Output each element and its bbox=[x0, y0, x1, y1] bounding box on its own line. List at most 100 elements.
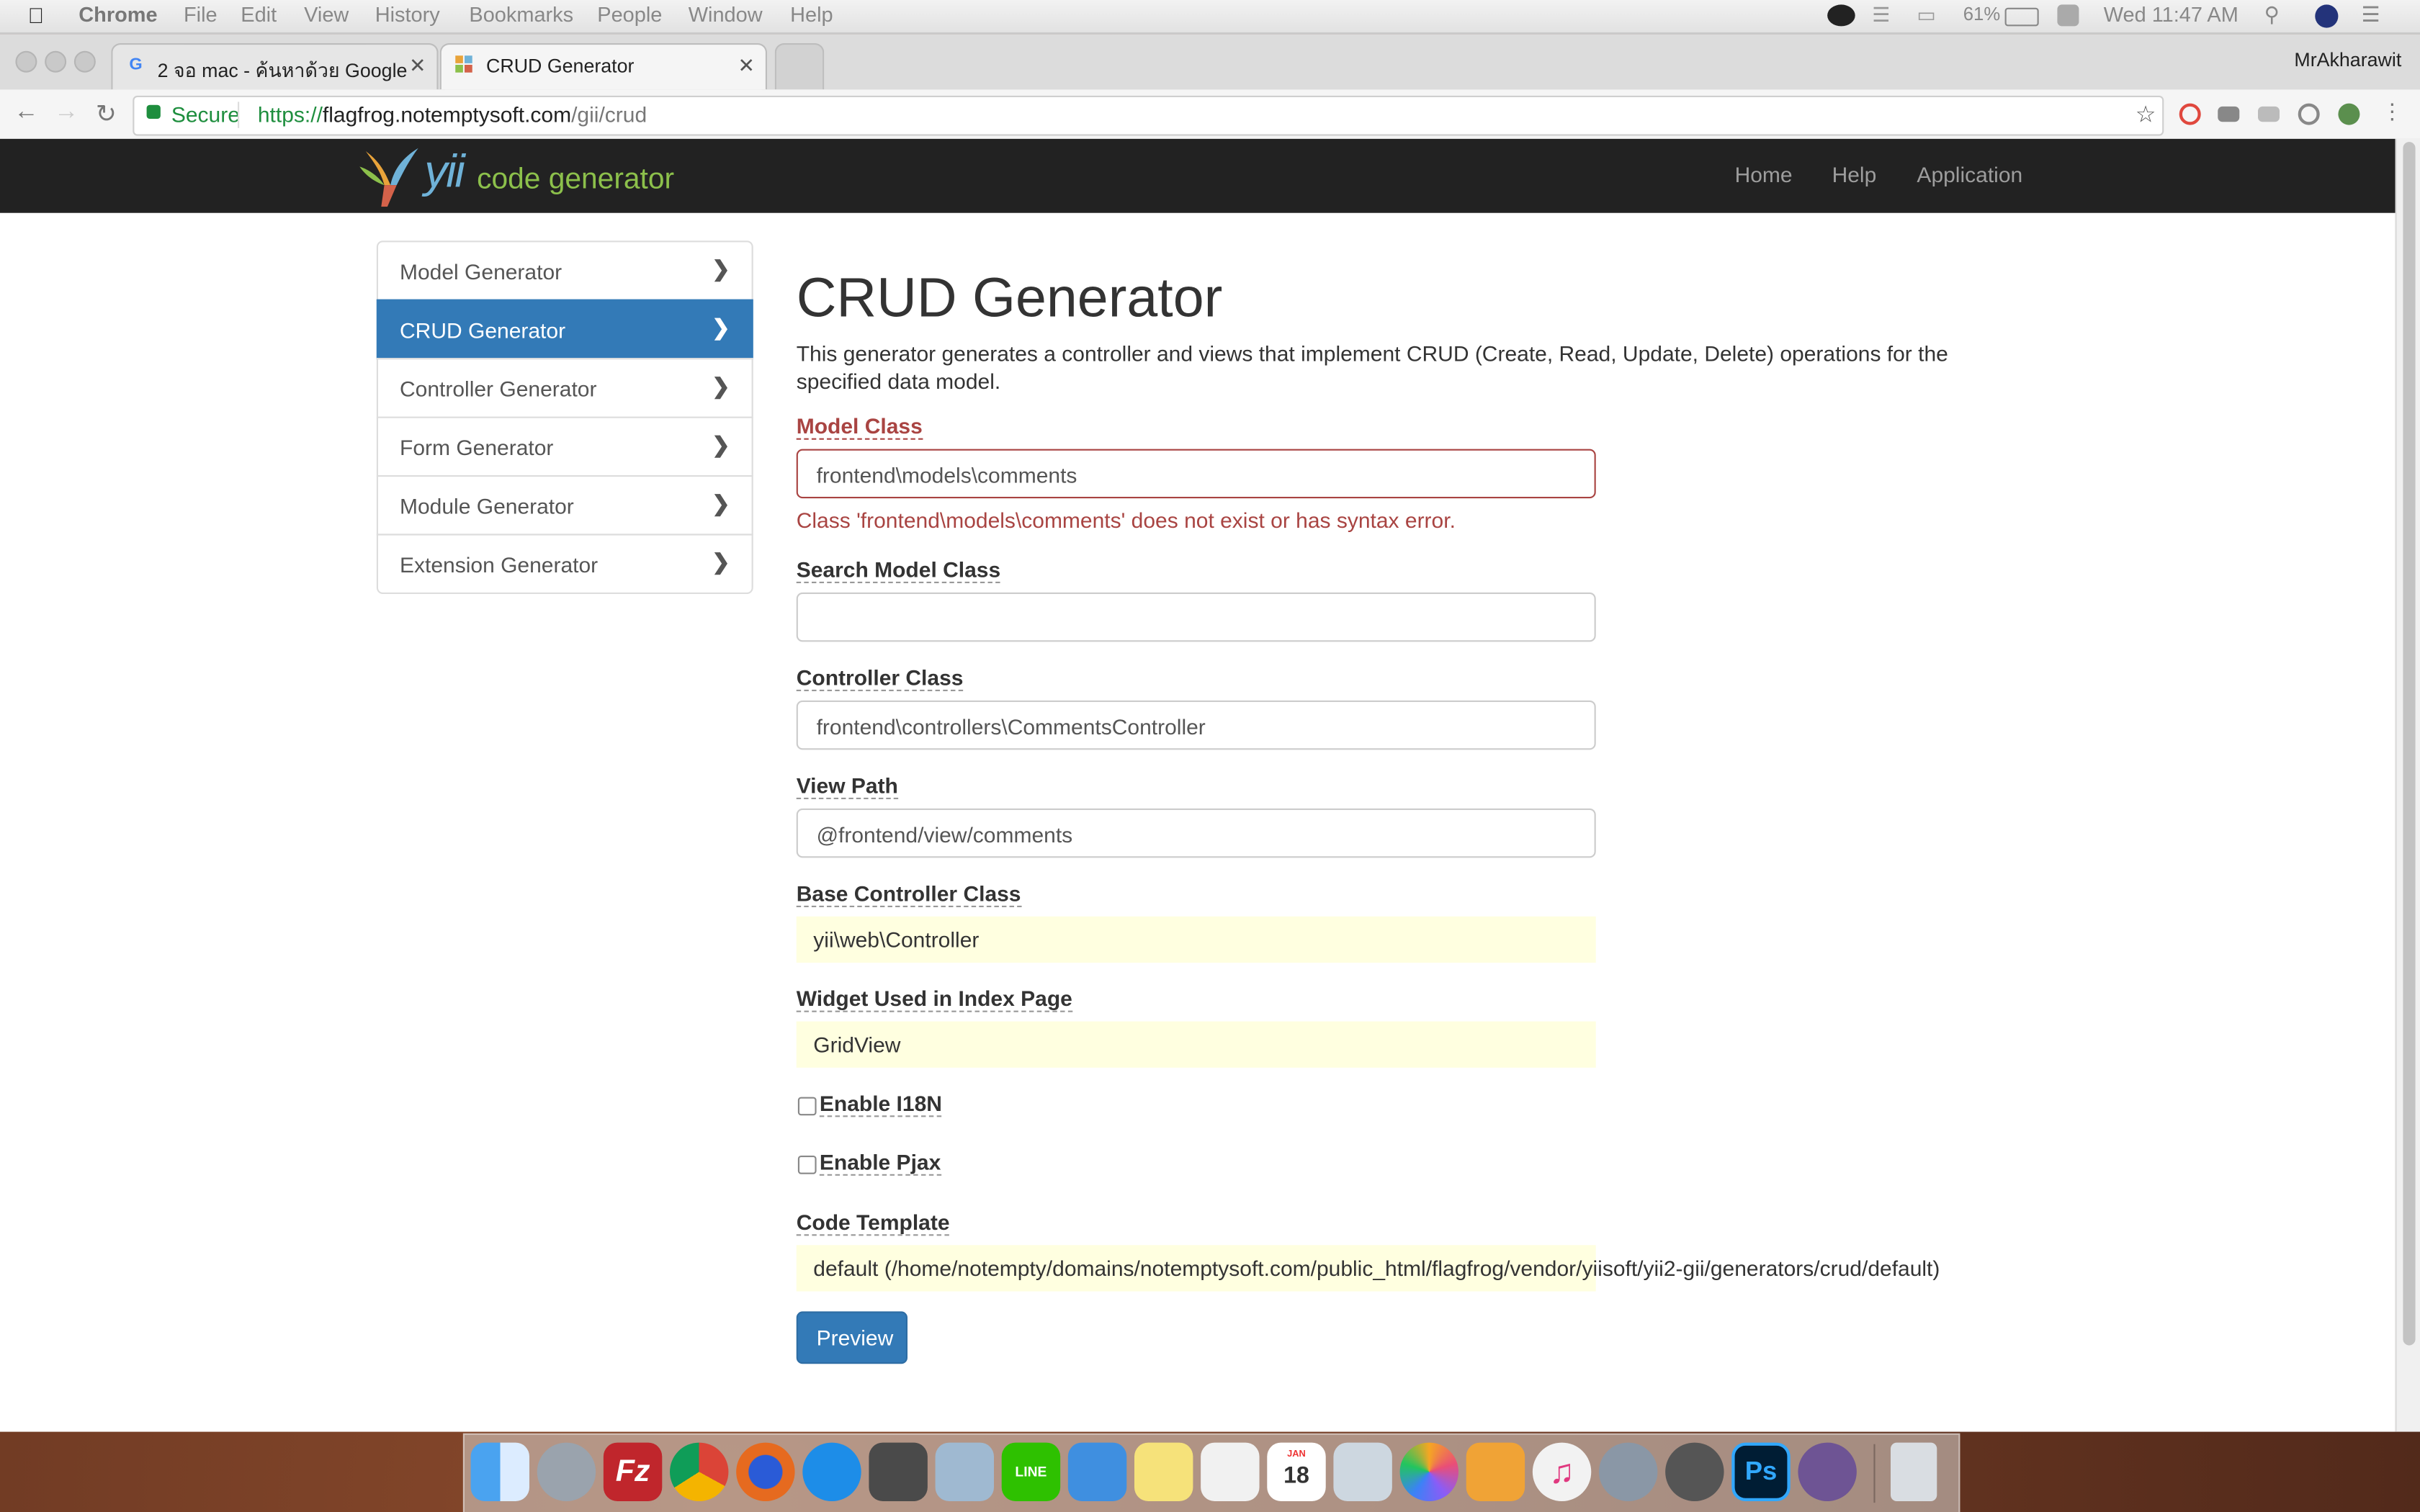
globe-extension-icon[interactable] bbox=[2338, 103, 2360, 125]
airplay-icon[interactable]: ▭ bbox=[1917, 3, 1935, 27]
index-widget-value[interactable]: GridView bbox=[796, 1021, 1596, 1068]
chrome-menu-icon[interactable]: ⋮ bbox=[2381, 99, 2403, 125]
window-minimize-button[interactable] bbox=[45, 50, 67, 73]
image-capture-icon[interactable] bbox=[1333, 1442, 1392, 1501]
reload-icon[interactable]: ↻ bbox=[96, 99, 117, 130]
itunes-icon[interactable]: ♫ bbox=[1532, 1442, 1592, 1501]
tab-close-icon[interactable]: ✕ bbox=[738, 54, 754, 78]
chrome-icon[interactable] bbox=[670, 1442, 729, 1501]
finder-icon[interactable] bbox=[470, 1442, 529, 1501]
calendar-icon[interactable]: JAN 18 bbox=[1267, 1442, 1326, 1501]
controller-class-input[interactable]: frontend\controllers\CommentsController bbox=[796, 700, 1596, 750]
trash-icon[interactable] bbox=[1891, 1442, 1937, 1501]
creative-cloud-icon[interactable] bbox=[1827, 4, 1855, 27]
extension-icon[interactable] bbox=[2258, 106, 2280, 122]
lock-icon bbox=[146, 104, 161, 119]
sublime-text-icon[interactable] bbox=[869, 1442, 928, 1501]
logo-code-generator-text: code generator bbox=[477, 163, 675, 197]
window-zoom-button[interactable] bbox=[73, 50, 96, 73]
sidebar-item-label: Extension Generator bbox=[400, 552, 599, 577]
search-model-class-input[interactable] bbox=[796, 592, 1596, 642]
back-icon[interactable]: ← bbox=[14, 99, 38, 127]
menu-app-name[interactable]: Chrome bbox=[79, 3, 157, 26]
preview-button[interactable]: Preview bbox=[796, 1311, 908, 1364]
menu-help[interactable]: Help bbox=[790, 3, 833, 26]
tab-close-icon[interactable]: ✕ bbox=[409, 54, 426, 78]
secure-label: Secure bbox=[171, 102, 240, 127]
github-desktop-icon[interactable] bbox=[1798, 1442, 1857, 1501]
xcode-icon[interactable] bbox=[1067, 1442, 1127, 1501]
enable-pjax-label[interactable]: Enable Pjax bbox=[819, 1149, 941, 1176]
forward-icon[interactable]: → bbox=[54, 99, 79, 127]
page-title: CRUD Generator bbox=[796, 265, 1223, 329]
textedit-icon[interactable] bbox=[1201, 1442, 1260, 1501]
photos-icon[interactable] bbox=[1399, 1442, 1458, 1501]
spotlight-search-icon[interactable]: ⚲ bbox=[2264, 3, 2280, 27]
base-controller-class-label: Base Controller Class bbox=[796, 881, 1021, 907]
sidebar-item-label: CRUD Generator bbox=[400, 318, 566, 343]
view-path-label: View Path bbox=[796, 773, 898, 799]
tab-google-search[interactable]: G 2 จอ mac - ค้นหาด้วย Google ✕ bbox=[111, 43, 439, 90]
view-path-input[interactable]: @frontend/view/comments bbox=[796, 808, 1596, 858]
scrollbar-thumb[interactable] bbox=[2403, 142, 2416, 1346]
sidebar-item-form-generator[interactable]: Form Generator ❯ bbox=[376, 416, 753, 477]
launchpad-icon[interactable] bbox=[537, 1442, 596, 1501]
sidebar-item-model-generator[interactable]: Model Generator ❯ bbox=[376, 240, 753, 301]
enable-i18n-checkbox[interactable] bbox=[797, 1097, 817, 1116]
menu-history[interactable]: History bbox=[375, 3, 440, 26]
photoshop-icon[interactable]: Ps bbox=[1731, 1442, 1791, 1501]
sidebar-item-extension-generator[interactable]: Extension Generator ❯ bbox=[376, 534, 753, 594]
address-bar[interactable]: Secure https://flagfrog.notemptysoft.com… bbox=[133, 95, 2164, 136]
pages-icon[interactable] bbox=[1466, 1442, 1525, 1501]
notification-app-icon[interactable] bbox=[2057, 4, 2079, 27]
firefox-icon[interactable] bbox=[736, 1442, 795, 1501]
new-tab-button[interactable] bbox=[774, 43, 825, 90]
nav-home-link[interactable]: Home bbox=[1735, 162, 1793, 186]
line-icon[interactable]: LINE bbox=[1001, 1442, 1061, 1501]
sidebar-item-controller-generator[interactable]: Controller Generator ❯ bbox=[376, 358, 753, 418]
siri-icon[interactable] bbox=[2315, 4, 2339, 28]
code-template-label: Code Template bbox=[796, 1210, 950, 1236]
apple-icon[interactable]:  bbox=[28, 3, 45, 27]
chevron-right-icon: ❯ bbox=[712, 490, 730, 516]
filezilla-icon[interactable]: Fz bbox=[603, 1442, 663, 1501]
controller-class-label: Controller Class bbox=[796, 665, 964, 691]
system-preferences-icon[interactable] bbox=[1599, 1442, 1658, 1501]
profile-name[interactable]: MrAkharawit bbox=[2294, 50, 2401, 71]
nav-help-link[interactable]: Help bbox=[1832, 162, 1877, 186]
model-class-input[interactable]: frontend\models\comments bbox=[796, 449, 1596, 499]
navbar: yii code generator Home Help Application bbox=[0, 138, 2396, 213]
battery-icon[interactable] bbox=[2004, 7, 2039, 27]
bookmark-star-icon[interactable]: ☆ bbox=[2136, 100, 2156, 127]
notes-icon[interactable] bbox=[1134, 1442, 1193, 1501]
nav-application-link[interactable]: Application bbox=[1917, 162, 2022, 186]
safari-icon[interactable] bbox=[802, 1442, 861, 1501]
cast-extension-icon[interactable] bbox=[2218, 106, 2240, 122]
tab-crud-generator[interactable]: CRUD Generator ✕ bbox=[439, 43, 767, 90]
menu-file[interactable]: File bbox=[184, 3, 218, 26]
sidebar-item-module-generator[interactable]: Module Generator ❯ bbox=[376, 475, 753, 536]
menu-view[interactable]: View bbox=[304, 3, 349, 26]
code-template-value[interactable]: default (/home/notempty/domains/notempty… bbox=[796, 1245, 1940, 1292]
yii-logo-icon bbox=[359, 148, 418, 207]
preview-app-icon[interactable] bbox=[935, 1442, 994, 1501]
base-controller-class-value[interactable]: yii\web\Controller bbox=[796, 916, 1596, 963]
notification-center-icon[interactable]: ☰ bbox=[2362, 3, 2380, 27]
tab-strip: G 2 จอ mac - ค้นหาด้วย Google ✕ CRUD Gen… bbox=[0, 34, 2420, 91]
menu-bookmarks[interactable]: Bookmarks bbox=[469, 3, 573, 26]
menu-edit[interactable]: Edit bbox=[241, 3, 277, 26]
sync-extension-icon[interactable] bbox=[2298, 103, 2320, 125]
opera-extension-icon[interactable] bbox=[2179, 103, 2201, 125]
menu-window[interactable]: Window bbox=[689, 3, 763, 26]
page-scrollbar[interactable] bbox=[2395, 138, 2420, 1432]
sidebar-item-crud-generator[interactable]: CRUD Generator ❯ bbox=[376, 299, 753, 360]
settings-gear-icon[interactable] bbox=[1665, 1442, 1724, 1501]
wifi-icon[interactable]: ☰ bbox=[1872, 3, 1890, 27]
window-close-button[interactable] bbox=[15, 50, 37, 73]
menu-people[interactable]: People bbox=[597, 3, 662, 26]
enable-pjax-checkbox[interactable] bbox=[797, 1156, 817, 1174]
clock[interactable]: Wed 11:47 AM bbox=[2104, 3, 2238, 26]
sidebar-item-label: Controller Generator bbox=[400, 376, 597, 402]
enable-i18n-label[interactable]: Enable I18N bbox=[819, 1091, 942, 1117]
url-text[interactable]: https://flagfrog.notemptysoft.com/gii/cr… bbox=[258, 102, 647, 126]
